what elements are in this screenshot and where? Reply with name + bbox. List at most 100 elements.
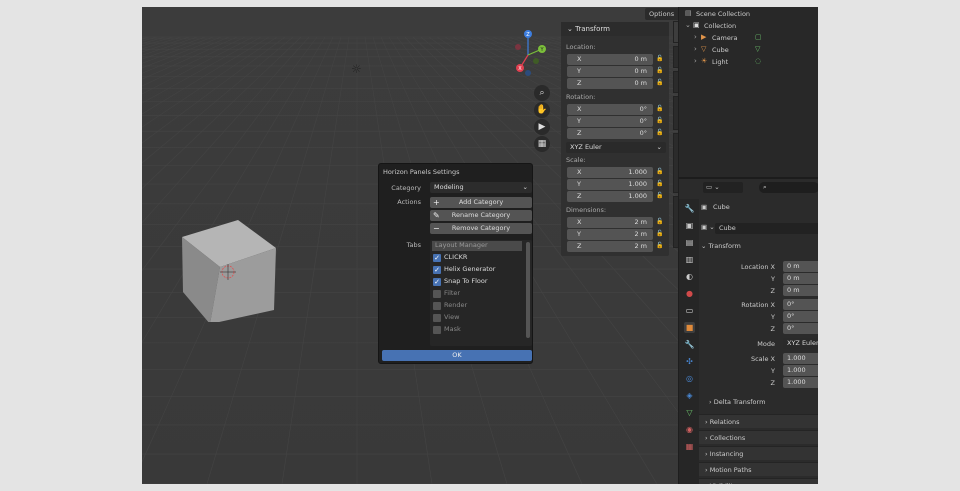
remove-category-button[interactable]: − Remove Category xyxy=(430,223,532,234)
dimensions-y-field[interactable]: Y 2 m xyxy=(567,229,653,240)
checkbox[interactable] xyxy=(433,314,441,322)
tool-row-mask[interactable]: Mask xyxy=(430,324,532,336)
lock-icon[interactable]: 🔓 xyxy=(656,192,665,201)
section-motion-paths[interactable]: › Motion Paths xyxy=(699,462,818,476)
outliner-item-camera[interactable]: › ▶ Camera ▢ xyxy=(679,32,818,44)
ok-button[interactable]: OK xyxy=(382,350,532,361)
tool-row-render[interactable]: Render xyxy=(430,300,532,312)
checkbox[interactable] xyxy=(433,326,441,334)
lock-icon[interactable]: 🔓 xyxy=(656,67,665,76)
zoom-icon[interactable]: ⌕ xyxy=(534,85,550,101)
tool-row-clickr[interactable]: ✓ CLICKR xyxy=(430,252,532,264)
section-relations[interactable]: › Relations xyxy=(699,414,818,428)
checkbox[interactable]: ✓ xyxy=(433,266,441,274)
lock-icon[interactable]: 🔓 xyxy=(656,218,665,227)
dimensions-z-field[interactable]: Z 2 m xyxy=(567,241,653,252)
lock-icon[interactable]: 🔓 xyxy=(656,55,665,64)
scale-y-field[interactable]: Y 1.000 xyxy=(567,179,653,190)
cube-object[interactable] xyxy=(180,212,280,322)
constraints-icon[interactable]: ◈ xyxy=(684,390,695,401)
checkbox[interactable]: ✓ xyxy=(433,278,441,286)
location-x-field[interactable]: X 0 m xyxy=(567,54,653,65)
lock-icon[interactable]: 🔓 xyxy=(656,117,665,126)
tool-row-layout-manager[interactable]: Layout Manager xyxy=(432,241,522,251)
view-layer-icon[interactable]: ▥ xyxy=(684,254,695,265)
physics-icon[interactable]: ◎ xyxy=(684,373,695,384)
rotation-y-field[interactable]: 0° xyxy=(783,311,818,322)
lock-icon[interactable]: 🔓 xyxy=(656,105,665,114)
location-y-field[interactable]: 0 m xyxy=(783,273,818,284)
search-input[interactable]: ⌕ xyxy=(759,182,818,193)
camera-icon[interactable]: ▶ xyxy=(534,119,550,135)
object-name-field[interactable]: Cube xyxy=(715,223,818,234)
location-z-field[interactable]: Z 0 m xyxy=(567,78,653,89)
lock-icon[interactable]: 🔓 xyxy=(656,242,665,251)
object-datablock[interactable]: ▣ ⌄ Cube xyxy=(701,223,818,234)
section-collections[interactable]: › Collections xyxy=(699,430,818,444)
transform-sidebar-panel: ⌄ Transform Location: X 0 m 🔓 Y 0 m 🔓 Z 0 m 🔓 Ro… xyxy=(561,22,669,256)
lock-icon[interactable]: 🔓 xyxy=(656,180,665,189)
rotation-y-field[interactable]: Y 0° xyxy=(567,116,653,127)
scale-z-field[interactable]: Z 1.000 xyxy=(567,191,653,202)
scene-icon[interactable]: ◐ xyxy=(684,271,695,282)
rotation-z-field[interactable]: 0° xyxy=(783,323,818,334)
object-icon[interactable]: ■ xyxy=(684,322,695,333)
rotation-x-field[interactable]: X 0° xyxy=(567,104,653,115)
material-icon[interactable]: ◉ xyxy=(684,424,695,435)
outliner-item-cube[interactable]: › ▽ Cube ▽ xyxy=(679,44,818,56)
lock-icon[interactable]: 🔓 xyxy=(656,230,665,239)
transform-section-header[interactable]: ⌄ Transform xyxy=(701,242,741,250)
hand-icon[interactable]: ✋ xyxy=(534,102,550,118)
section-instancing[interactable]: › Instancing xyxy=(699,446,818,460)
lock-icon[interactable]: 🔓 xyxy=(656,129,665,138)
tool-icon[interactable]: 🔧 xyxy=(684,203,695,214)
transform-panel-header[interactable]: ⌄ Transform xyxy=(561,22,669,36)
grid-icon[interactable]: ▦ xyxy=(534,136,550,152)
tool-row-filter[interactable]: Filter xyxy=(430,288,532,300)
scene-collection-row[interactable]: ▤ Scene Collection xyxy=(679,8,818,20)
collection-row[interactable]: ⌄ ▣ Collection xyxy=(679,20,818,32)
world-icon[interactable]: ● xyxy=(684,288,695,299)
output-icon[interactable]: ▤ xyxy=(684,237,695,248)
render-icon[interactable]: ▣ xyxy=(684,220,695,231)
navigation-gizmo[interactable]: Z Y X xyxy=(498,25,558,81)
rotation-x-field[interactable]: 0° xyxy=(783,299,818,310)
dimensions-x-field[interactable]: X 2 m xyxy=(567,217,653,228)
tool-row-helix-generator[interactable]: ✓ Helix Generator xyxy=(430,264,532,276)
axis-label: Y xyxy=(577,230,581,238)
data-icon[interactable]: ▽ xyxy=(684,407,695,418)
tool-row-snap-to-floor[interactable]: ✓ Snap To Floor xyxy=(430,276,532,288)
mode-select[interactable]: XYZ Euler xyxy=(783,338,818,349)
tabs-list[interactable]: Layout Manager ✓ CLICKR ✓ Helix Generator ✓ Sn… xyxy=(430,240,532,346)
rotation-z-field[interactable]: Z 0° xyxy=(567,128,653,139)
collection-icon[interactable]: ▭ xyxy=(684,305,695,316)
delta-transform-section[interactable]: › Delta Transform xyxy=(709,398,765,406)
section-visibility[interactable]: › Visibility xyxy=(699,478,818,484)
tool-row-view[interactable]: View xyxy=(430,312,532,324)
checkbox[interactable] xyxy=(433,302,441,310)
category-select[interactable]: Modeling ⌄ xyxy=(430,182,532,193)
scale-z-field[interactable]: 1.000 xyxy=(783,377,818,388)
options-label: Options xyxy=(649,10,675,18)
scale-x-field[interactable]: 1.000 xyxy=(783,353,818,364)
lock-icon[interactable]: 🔓 xyxy=(656,79,665,88)
checkbox[interactable] xyxy=(433,290,441,298)
location-y-field[interactable]: Y 0 m xyxy=(567,66,653,77)
particles-icon[interactable]: ✣ xyxy=(684,356,695,367)
scale-y-field[interactable]: 1.000 xyxy=(783,365,818,376)
chevron-down-icon: ⌄ xyxy=(685,21,691,29)
lock-icon[interactable]: 🔓 xyxy=(656,168,665,177)
scale-x-field[interactable]: X 1.000 xyxy=(567,167,653,178)
add-category-button[interactable]: + Add Category xyxy=(430,197,532,208)
rename-category-button[interactable]: ✎ Rename Category xyxy=(430,210,532,221)
modifier-icon[interactable]: 🔧 xyxy=(684,339,695,350)
location-z-field[interactable]: 0 m xyxy=(783,285,818,296)
tabs-list-scrollbar[interactable] xyxy=(526,242,530,338)
options-dropdown[interactable]: Options ⌄ xyxy=(645,8,678,26)
outliner-item-light[interactable]: › ☀ Light ◌ xyxy=(679,56,818,68)
texture-icon[interactable]: ▦ xyxy=(684,441,695,452)
location-x-field[interactable]: 0 m xyxy=(783,261,818,272)
rotation-mode-select[interactable]: XYZ Euler ⌄ xyxy=(566,142,666,153)
checkbox[interactable]: ✓ xyxy=(433,254,441,262)
editor-type-dropdown[interactable]: ▭ ⌄ xyxy=(703,182,743,193)
